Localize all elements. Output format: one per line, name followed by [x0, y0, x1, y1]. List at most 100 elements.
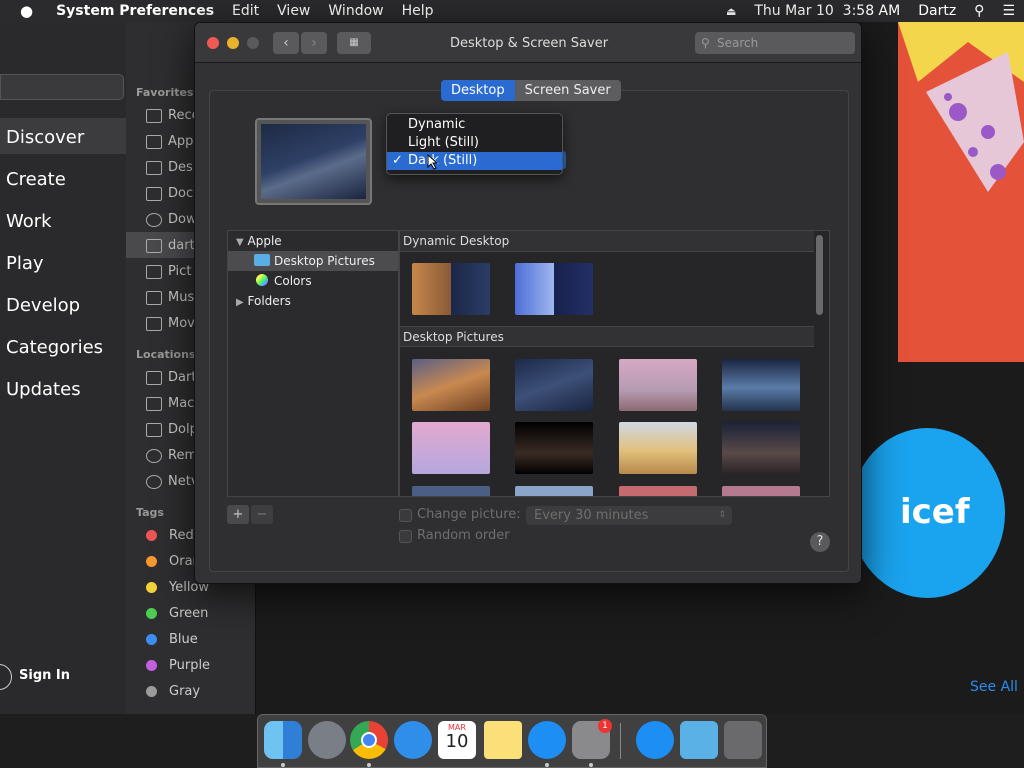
finder-favorite-downloads[interactable]: Dow [146, 212, 197, 227]
film-icon [146, 316, 162, 331]
featured-artwork[interactable] [898, 22, 1024, 362]
finder-favorite-applications[interactable]: App [146, 134, 193, 149]
app-store-search-field[interactable] [0, 74, 124, 100]
menu-help[interactable]: Help [393, 3, 443, 19]
tag-green[interactable]: Green [146, 606, 208, 621]
user-name[interactable]: Dartz [909, 3, 965, 19]
finder-favorite-desktop[interactable]: Des [146, 160, 193, 175]
wallpaper-mojave-night[interactable] [515, 359, 593, 411]
wallpaper-pink-rock[interactable] [412, 422, 490, 474]
change-interval-select[interactable]: Every 30 minutes ⇕ [526, 506, 732, 525]
nav-updates[interactable]: Updates [6, 379, 81, 400]
preferences-search-field[interactable]: ⚲ Search [695, 32, 855, 54]
wallpaper-lake-dusk[interactable] [722, 359, 800, 411]
wallpaper-grid: Dynamic Desktop Desktop Pictures [399, 230, 830, 497]
finder-dock-icon[interactable] [264, 721, 302, 759]
sign-in-button[interactable]: Sign In [19, 668, 70, 683]
launchpad-dock-icon[interactable] [308, 721, 346, 759]
wallpaper-partial-3[interactable] [619, 486, 697, 496]
wallpaper-partial-4[interactable] [722, 486, 800, 496]
disclosure-open-icon[interactable]: ▼ [236, 237, 244, 248]
popup-option-dynamic[interactable]: Dynamic [387, 116, 562, 134]
wallpaper-dunes-night[interactable] [722, 422, 800, 474]
clock[interactable]: Thu Mar 10 3:58 AM [745, 3, 909, 19]
finder-location-remote[interactable]: Rem [146, 448, 197, 463]
notification-center-icon[interactable]: ☰ [993, 3, 1024, 19]
finder-location-dolphin[interactable]: Dolp [146, 422, 198, 437]
section-desktop-pictures: Desktop Pictures [400, 326, 814, 347]
window-titlebar[interactable]: ‹ › ▦ Desktop & Screen Saver ⚲ Search [195, 23, 861, 63]
apple-menu-icon[interactable]: ● [0, 2, 47, 20]
tag-blue[interactable]: Blue [146, 632, 198, 647]
tab-screen-saver[interactable]: Screen Saver [514, 80, 621, 101]
nav-develop[interactable]: Develop [6, 295, 80, 316]
random-order-checkbox[interactable] [399, 530, 412, 543]
calendar-dock-icon[interactable]: MAR 10 [438, 721, 476, 759]
menu-edit[interactable]: Edit [223, 3, 268, 19]
popup-option-dark[interactable]: ✓ Dark (Still) [387, 152, 562, 170]
checkmark-icon: ✓ [392, 153, 403, 168]
wallpaper-partial-2[interactable] [515, 486, 593, 496]
popup-option-light[interactable]: Light (Still) [387, 134, 562, 152]
finder-favorite-home[interactable]: dart [146, 238, 195, 253]
desktop-screensaver-window: ‹ › ▦ Desktop & Screen Saver ⚲ Search De… [194, 22, 862, 584]
network-icon [146, 474, 162, 489]
nav-discover[interactable]: Discover [6, 127, 84, 148]
notes-dock-icon[interactable] [484, 721, 522, 759]
stepper-chevron-icon: ⇕ [718, 510, 726, 520]
finder-favorite-documents[interactable]: Doc [146, 186, 193, 201]
source-desktop-pictures[interactable]: Desktop Pictures [228, 251, 398, 271]
wallpaper-mojave-day[interactable] [412, 359, 490, 411]
tag-purple[interactable]: Purple [146, 658, 210, 673]
wallpaper-solar-gradients[interactable] [515, 263, 593, 315]
finder-location-mac[interactable]: Mac [146, 396, 194, 411]
finder-favorite-pictures[interactable]: Pict [146, 264, 191, 279]
chrome-dock-icon[interactable] [350, 721, 388, 759]
wallpaper-partial-1[interactable] [412, 486, 490, 496]
tag-red[interactable]: Red [146, 528, 194, 543]
wallpaper-image [261, 124, 366, 199]
source-apple[interactable]: ▼ Apple [228, 231, 398, 251]
source-folders[interactable]: ▶ Folders [228, 291, 398, 311]
source-colors[interactable]: Colors [228, 271, 398, 291]
finder-favorite-movies[interactable]: Mov [146, 316, 195, 331]
app-store-dock-icon[interactable] [528, 721, 566, 759]
nav-work[interactable]: Work [6, 211, 52, 232]
wallpaper-night-city[interactable] [515, 422, 593, 474]
help-button[interactable]: ? [810, 532, 830, 552]
see-all-link[interactable]: See All [970, 679, 1018, 695]
menu-app-name[interactable]: System Preferences [47, 3, 223, 19]
applications-icon [146, 134, 162, 149]
change-picture-checkbox[interactable] [399, 509, 412, 522]
dolphin-dock-icon[interactable] [680, 721, 718, 759]
wallpaper-desert-rock[interactable] [619, 359, 697, 411]
app-store-download-dock-icon[interactable] [636, 721, 674, 759]
finder-location-computer[interactable]: Dart [146, 370, 196, 385]
tag-orange[interactable]: Oran [146, 554, 201, 569]
remove-folder-button[interactable]: − [251, 505, 273, 524]
account-icon[interactable] [0, 664, 12, 690]
wallpaper-mojave-dynamic[interactable] [412, 263, 490, 315]
current-wallpaper-preview [255, 118, 372, 205]
nav-categories[interactable]: Categories [6, 337, 103, 358]
spotlight-icon[interactable]: ⚲ [965, 3, 993, 19]
safari-dock-icon[interactable] [394, 721, 432, 759]
disclosure-closed-icon[interactable]: ▶ [236, 297, 244, 308]
tag-dot-icon [146, 582, 157, 593]
trash-dock-icon[interactable] [724, 721, 762, 759]
menu-window[interactable]: Window [319, 3, 392, 19]
finder-location-network[interactable]: Netv [146, 474, 199, 489]
eject-icon[interactable]: ⏏ [717, 5, 745, 18]
tag-dot-icon [146, 608, 157, 619]
add-folder-button[interactable]: + [227, 505, 249, 524]
disk-icon [146, 396, 162, 411]
nav-play[interactable]: Play [6, 253, 44, 274]
grid-scrollbar[interactable] [816, 235, 823, 315]
tag-gray[interactable]: Gray [146, 684, 200, 699]
finder-favorite-music[interactable]: Mus [146, 290, 194, 305]
nav-create[interactable]: Create [6, 169, 66, 190]
menu-view[interactable]: View [268, 3, 319, 19]
wallpaper-dunes-day[interactable] [619, 422, 697, 474]
tab-desktop[interactable]: Desktop [441, 80, 515, 101]
finder-favorite-recents[interactable]: Rece [146, 108, 200, 123]
